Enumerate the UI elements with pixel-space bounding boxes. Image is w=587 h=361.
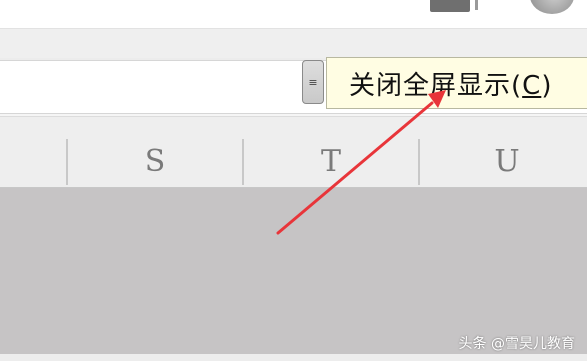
window-control-separator bbox=[475, 0, 478, 10]
ribbon-strip bbox=[0, 28, 587, 59]
watermark: 头条 @雪昊儿教育 bbox=[458, 336, 575, 352]
column-header-u[interactable]: U bbox=[420, 137, 587, 185]
excel-window-fragment: ≡ 关闭全屏显示(C) S T U 头条 @雪昊儿教育 bbox=[0, 0, 587, 361]
tooltip-label: 关闭全屏显示(C) bbox=[349, 65, 552, 102]
close-full-screen-tooltip: 关闭全屏显示(C) bbox=[326, 57, 587, 109]
column-header-s[interactable]: S bbox=[68, 137, 242, 185]
column-header-t[interactable]: T bbox=[244, 137, 418, 185]
window-control-button[interactable] bbox=[430, 0, 470, 12]
column-header-row: S T U bbox=[0, 116, 587, 189]
avatar[interactable] bbox=[530, 0, 574, 14]
tooltip-hotkey: C bbox=[522, 70, 542, 101]
tooltip-text-main: 关闭全屏显示( bbox=[349, 70, 523, 101]
bottom-edge bbox=[0, 354, 587, 361]
full-screen-handle-button[interactable]: ≡ bbox=[302, 60, 324, 104]
menu-lines-icon: ≡ bbox=[308, 75, 318, 89]
tooltip-text-close: ) bbox=[541, 70, 553, 101]
title-bar bbox=[0, 0, 587, 28]
